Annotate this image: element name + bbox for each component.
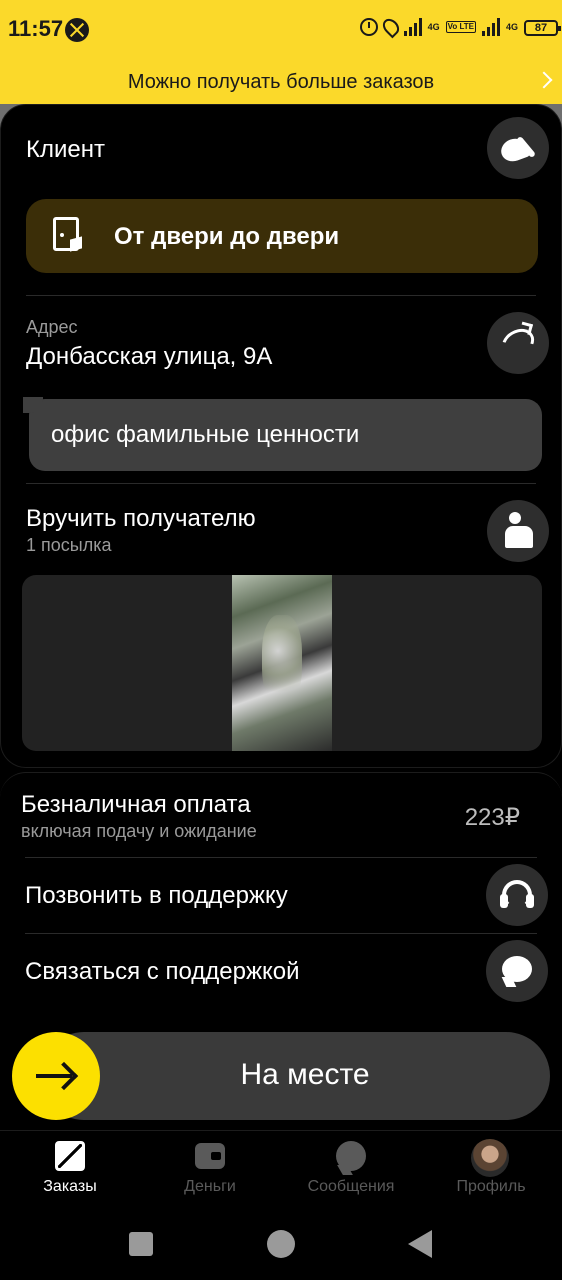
tab-messages[interactable]: Сообщения: [281, 1131, 421, 1211]
divider: [26, 295, 536, 296]
status-indicators: 4G Vo LTE 4G 87: [359, 15, 561, 39]
location-icon: [379, 15, 402, 39]
person-icon: [505, 512, 533, 550]
delivery-type-badge: От двери до двери: [26, 199, 538, 273]
headset-icon: [500, 880, 534, 910]
tab-profile-label: Профиль: [456, 1178, 526, 1195]
divider: [26, 483, 536, 484]
arrive-label: На месте: [240, 1058, 370, 1091]
payment-subtitle: включая подачу и ожидание: [21, 821, 257, 841]
divider: [25, 857, 537, 858]
app-notification-icon: [65, 18, 89, 42]
arrive-slider-handle[interactable]: [12, 1032, 100, 1120]
tab-profile[interactable]: Профиль: [421, 1131, 561, 1211]
recipient-button[interactable]: [487, 500, 549, 562]
system-nav-bar: [0, 1210, 562, 1280]
chat-icon: [336, 1141, 366, 1171]
home-icon[interactable]: [267, 1230, 295, 1258]
door-icon: [53, 217, 79, 251]
order-card: Клиент От двери до двери Адрес Донбасска…: [0, 104, 562, 768]
tab-money[interactable]: Деньги: [140, 1131, 280, 1211]
signal-icon: [403, 18, 422, 36]
tab-messages-label: Сообщения: [307, 1178, 395, 1195]
payment-price: 223₽: [464, 804, 520, 831]
comment-text: офис фамильные ценности: [51, 421, 360, 448]
tab-orders[interactable]: Заказы: [0, 1131, 140, 1211]
bottom-tab-bar: Заказы Деньги Сообщения Профиль: [0, 1130, 562, 1210]
divider: [25, 933, 537, 934]
arrow-right-icon: [36, 1074, 72, 1078]
chat-support-button[interactable]: [486, 940, 548, 1002]
avatar: [471, 1139, 509, 1177]
chat-support-label[interactable]: Связаться с поддержкой: [25, 958, 300, 986]
chat-icon: [502, 956, 532, 982]
address-value: Донбасская улица, 9А: [26, 343, 273, 370]
alarm-icon: [359, 18, 378, 36]
wallet-icon: [195, 1143, 225, 1169]
call-client-button[interactable]: [487, 117, 549, 179]
parcel-photo[interactable]: [232, 575, 332, 751]
network-type-1: 4G: [427, 21, 440, 32]
delivery-type-label: От двери до двери: [114, 223, 340, 250]
route-button[interactable]: [487, 312, 549, 374]
payment-title: Безналичная оплата: [21, 791, 251, 818]
status-bar: 11:57 4G Vo LTE 4G 87: [0, 0, 562, 62]
phone-icon: [501, 135, 535, 161]
banner-text: Можно получать больше заказов: [127, 71, 435, 93]
parcel-photo-container[interactable]: [22, 575, 542, 751]
network-type-2: 4G: [505, 21, 518, 32]
recent-apps-icon[interactable]: [129, 1232, 153, 1256]
battery-icon: 87: [524, 20, 561, 36]
box-icon: [55, 1141, 85, 1171]
route-icon: [496, 323, 540, 363]
client-label: Клиент: [26, 136, 105, 163]
arrive-slider[interactable]: На месте: [40, 1032, 550, 1120]
payment-section: Безналичная оплата включая подачу и ожид…: [0, 772, 562, 858]
promo-banner[interactable]: Можно получать больше заказов: [0, 62, 562, 104]
signal-icon-2: [481, 18, 500, 36]
handover-title: Вручить получателю: [26, 505, 256, 532]
handover-subtitle: 1 посылка: [26, 535, 112, 555]
call-support-button[interactable]: [486, 864, 548, 926]
status-time: 11:57: [8, 16, 64, 41]
call-support-label[interactable]: Позвонить в поддержку: [25, 882, 288, 910]
volte-icon: Vo LTE: [445, 21, 476, 33]
address-label: Адрес: [26, 317, 78, 337]
tab-orders-label: Заказы: [43, 1178, 97, 1195]
tab-money-label: Деньги: [184, 1178, 236, 1195]
comment-bubble: офис фамильные ценности: [23, 397, 542, 471]
back-icon[interactable]: [408, 1230, 432, 1258]
